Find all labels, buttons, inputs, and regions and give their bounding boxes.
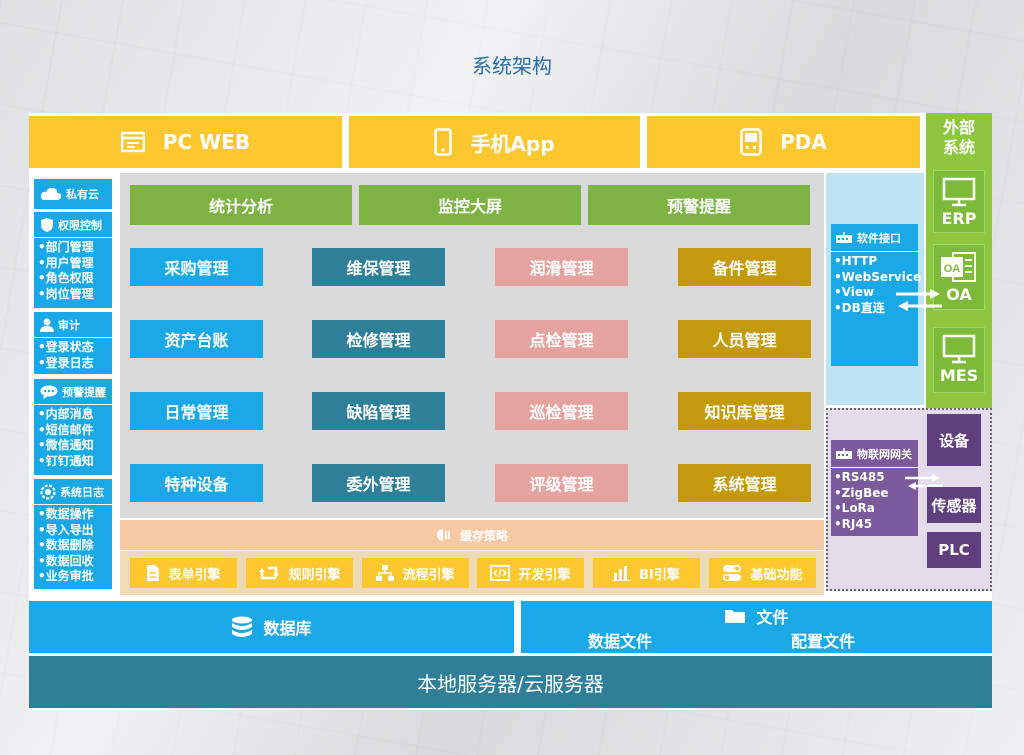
- external-erp: ERP: [933, 170, 985, 233]
- toggle-icon: [722, 564, 742, 582]
- oa-document-icon: OA: [934, 251, 984, 287]
- sidebar-alerts: 预警提醒 •内部消息 •短信邮件 •微信通知 •钉钉通知: [34, 379, 112, 475]
- chat-bubble-icon: [40, 385, 58, 399]
- client-mobile-app: 手机App: [349, 116, 640, 168]
- bar-chart-icon: [613, 565, 632, 581]
- list-item: •内部消息: [38, 407, 94, 421]
- module-system: 系统管理: [678, 464, 811, 502]
- module-overhaul: 检修管理: [312, 320, 445, 358]
- pda-device-icon: [740, 128, 762, 156]
- bidirectional-arrows-icon: [894, 286, 944, 318]
- hierarchy-icon: [376, 565, 395, 581]
- list-item: •WebService: [834, 269, 922, 284]
- module-daily: 日常管理: [130, 392, 263, 430]
- router-icon: [835, 231, 853, 244]
- list-item: •钉钉通知: [38, 453, 94, 468]
- sidebar-private-cloud: 私有云: [34, 179, 112, 209]
- list-item: •LoRa: [834, 501, 875, 515]
- list-item: •数据回收: [38, 553, 94, 568]
- server-layer: 本地服务器/云服务器: [29, 656, 992, 708]
- sidebar-permission-control: 权限控制 •部门管理 •用户管理 •角色权限 •岗位管理: [34, 212, 112, 308]
- module-statistics: 统计分析: [130, 185, 352, 225]
- code-icon: [490, 565, 511, 581]
- client-pda: PDA: [647, 116, 920, 168]
- engine-rules: 规则引擎: [246, 558, 353, 588]
- sidebar-audit: 审计 •登录状态 •登录日志: [34, 312, 112, 374]
- cache-icon: [436, 528, 452, 542]
- module-inspection: 巡检管理: [495, 392, 628, 430]
- module-outsourcing: 委外管理: [312, 464, 445, 502]
- shield-icon: [40, 217, 54, 233]
- list-item: •导入导出: [38, 522, 94, 537]
- list-item: •登录日志: [38, 355, 94, 370]
- module-personnel: 人员管理: [678, 320, 811, 358]
- list-item: •HTTP: [834, 254, 878, 268]
- module-maintenance: 维保管理: [312, 248, 445, 286]
- client-pc-web: PC WEB: [29, 116, 342, 168]
- cycle-arrows-icon: [258, 565, 280, 581]
- sidebar-system-log: 系统日志 •数据操作 •导入导出 •数据删除 •数据回收 •业务审批: [34, 479, 112, 589]
- engine-basic: 基础功能: [709, 558, 816, 588]
- browser-window-icon: [120, 131, 145, 153]
- list-item: •短信邮件: [38, 422, 94, 437]
- external-mes: MES: [933, 327, 985, 393]
- list-item: •数据删除: [38, 538, 94, 552]
- list-item: •RJ45: [834, 516, 873, 531]
- module-spare-parts: 备件管理: [678, 248, 811, 286]
- router-icon: [835, 447, 853, 460]
- list-item: •用户管理: [38, 255, 94, 270]
- engine-workflow: 流程引擎: [362, 558, 469, 588]
- list-item: •部门管理: [38, 240, 94, 254]
- module-knowledge-base: 知识库管理: [678, 392, 811, 430]
- list-item: •岗位管理: [38, 286, 94, 301]
- module-special-equipment: 特种设备: [130, 464, 263, 502]
- database-icon: [231, 616, 253, 638]
- list-item: •数据操作: [38, 507, 94, 521]
- mobile-phone-icon: [434, 128, 453, 156]
- iot-plc: PLC: [927, 532, 981, 568]
- module-purchase: 采购管理: [130, 248, 263, 286]
- list-item: •角色权限: [38, 271, 94, 285]
- user-icon: [40, 318, 54, 332]
- data-files-label: 数据文件: [588, 632, 653, 651]
- module-rating: 评级管理: [495, 464, 628, 502]
- engine-bi: BI引擎: [593, 558, 700, 588]
- page-title: 系统架构: [472, 54, 552, 78]
- module-lubrication: 润滑管理: [495, 248, 628, 286]
- iot-sensor: 传感器: [927, 487, 981, 523]
- cache-strategy-bar: 缓存策略: [120, 520, 824, 550]
- module-defect: 缺陷管理: [312, 392, 445, 430]
- engine-development: 开发引擎: [477, 558, 584, 588]
- cloud-icon: [40, 187, 62, 201]
- external-systems-title: 外部 系统: [942, 118, 975, 157]
- module-alerts: 预警提醒: [588, 185, 810, 225]
- list-item: •微信通知: [38, 438, 94, 452]
- list-item: •业务审批: [38, 569, 94, 583]
- client-label: PC WEB: [162, 130, 251, 154]
- svg-text:OA: OA: [944, 263, 961, 275]
- module-monitor-screen: 监控大屏: [359, 185, 581, 225]
- client-label: PDA: [780, 130, 827, 154]
- config-files-label: 配置文件: [791, 632, 856, 651]
- list-item: •登录状态: [38, 340, 94, 354]
- monitor-icon: [934, 334, 984, 368]
- database-layer: 数据库: [29, 601, 514, 653]
- iot-device: 设备: [927, 414, 981, 466]
- module-asset-ledger: 资产台账: [130, 320, 263, 358]
- engine-form: 表单引擎: [130, 558, 237, 588]
- files-layer: 文件 数据文件 配置文件: [521, 601, 992, 653]
- client-label: 手机App: [470, 131, 555, 156]
- folder-icon: [724, 608, 746, 624]
- document-icon: [146, 564, 160, 582]
- module-spot-check: 点检管理: [495, 320, 628, 358]
- monitor-icon: [934, 177, 984, 211]
- gear-icon: [40, 483, 56, 500]
